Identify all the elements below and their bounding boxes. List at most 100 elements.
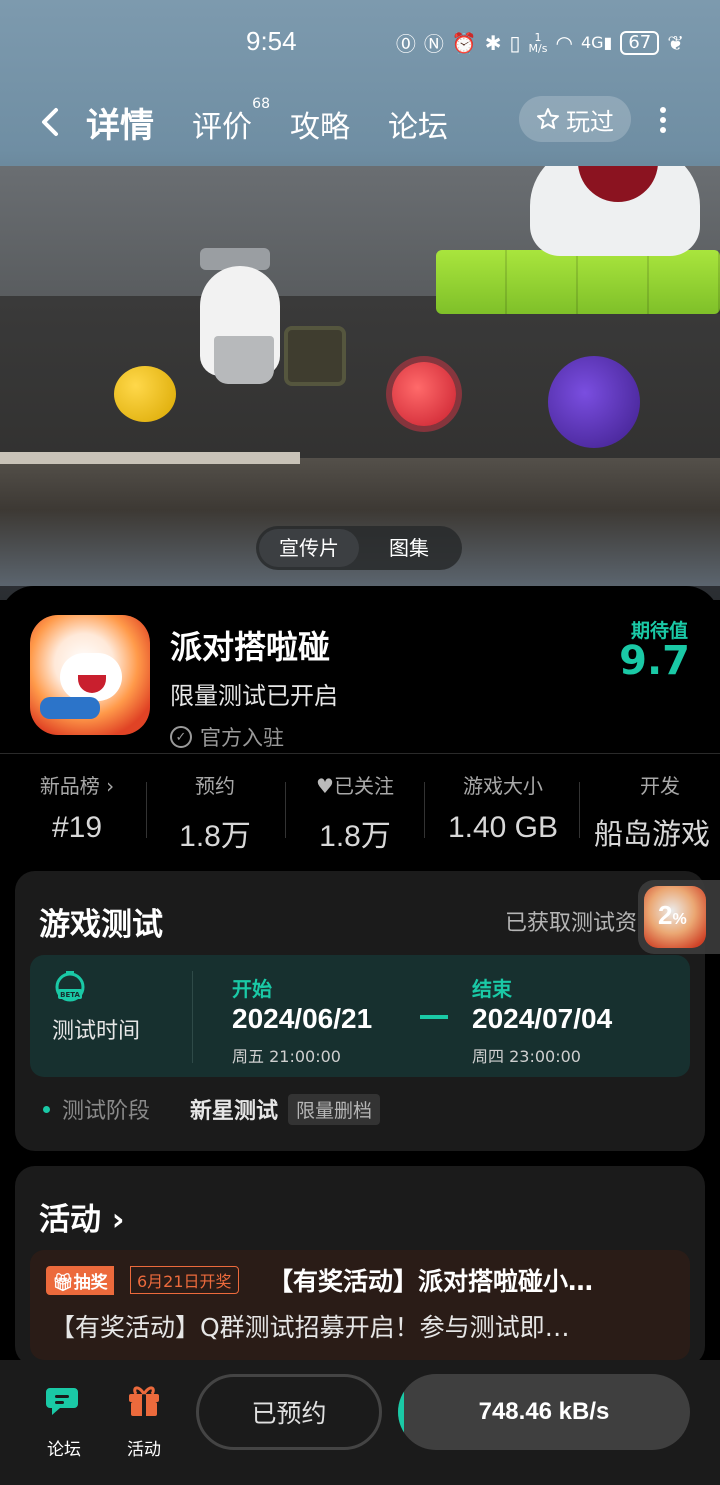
forum-button[interactable]: 论坛 — [44, 1380, 84, 1460]
stat-value: #19 — [51, 811, 103, 844]
svg-text:BETA: BETA — [60, 991, 80, 999]
tab-reviews[interactable]: 评价 68 — [192, 96, 270, 146]
promo-video-banner[interactable] — [0, 166, 720, 586]
gift-icon — [129, 1386, 159, 1416]
stat-value: 船岛游戏 — [594, 817, 711, 851]
tab-promo-video[interactable]: 宣传片 — [259, 529, 359, 567]
net-speed: 1 M/s — [528, 30, 548, 55]
download-speed: 748.46 kB/s — [478, 1398, 610, 1425]
stage-tag: 限量删档 — [288, 1093, 381, 1125]
divider — [0, 753, 720, 754]
arrow-right-icon — [420, 1015, 448, 1019]
official-badge: ✓ 官方入驻 — [170, 722, 284, 752]
spiky-ball-character — [392, 362, 456, 426]
test-qualification-link[interactable]: 已获取测试资 — [505, 905, 637, 937]
bullet-dot — [43, 1105, 50, 1113]
download-progress-button[interactable]: 748.46 kB/s — [398, 1374, 690, 1450]
tab-forum[interactable]: 论坛 — [388, 102, 448, 146]
activity-item[interactable]: 🎁︎抽奖 6月21日开奖 【有奖活动】派对搭啦碰小… 【有奖活动】Q群测试招募开… — [30, 1250, 690, 1360]
green-blocks — [436, 250, 720, 314]
vibrate-icon: ▯ — [509, 30, 521, 55]
expectation-score: 9.7 — [619, 638, 690, 684]
white-robot-character — [530, 166, 700, 256]
back-button[interactable] — [34, 102, 68, 142]
stat-game-size: 游戏大小 1.40 GB — [438, 770, 568, 845]
bluetooth-icon: ✱ — [484, 30, 502, 55]
stat-label: 预约 — [195, 774, 235, 798]
back-arrow-icon — [42, 108, 58, 136]
activity-button[interactable]: 活动 — [124, 1380, 164, 1460]
tab-gallery[interactable]: 图集 — [359, 529, 459, 567]
played-button[interactable]: 玩过 — [519, 96, 631, 142]
start-label: 开始 — [232, 977, 272, 1001]
reviews-count-badge: 68 — [252, 96, 270, 112]
lottery-date-tag: 6月21日开奖 — [130, 1266, 239, 1294]
bottom-action-bar: 论坛 活动 已预约 748.46 kB/s — [0, 1360, 720, 1485]
download-float-widget[interactable]: 2% — [638, 880, 720, 954]
more-options-button[interactable] — [650, 100, 676, 140]
stat-value: 1.40 GB — [447, 811, 559, 844]
tab-guides[interactable]: 攻略 — [290, 102, 350, 146]
stage-label: 测试阶段 — [62, 1099, 151, 1124]
stats-row: 新品榜 › #19 预约 1.8万 ♥已关注 1.8万 游戏大小 1.40 GB… — [0, 770, 720, 853]
divider — [192, 971, 193, 1063]
divider — [146, 782, 147, 838]
reserved-button[interactable]: 已预约 — [196, 1374, 382, 1450]
stat-label: 开发 — [640, 774, 680, 798]
download-percent: 2% — [658, 900, 687, 930]
game-test-title: 游戏测试 — [39, 907, 163, 943]
lottery-tag: 🎁︎抽奖 — [46, 1266, 114, 1295]
more-vertical-icon — [660, 107, 666, 133]
chat-bubble-icon — [46, 1388, 78, 1415]
activity-title[interactable]: 活动 › — [39, 1194, 125, 1239]
gift-icon: 🎁︎ — [52, 1273, 74, 1293]
end-label: 结束 — [472, 977, 512, 1001]
alarm-icon: ⏰ — [451, 30, 477, 55]
played-label: 玩过 — [566, 107, 614, 136]
tab-details[interactable]: 详情 — [86, 98, 154, 147]
top-nav: 详情 评价 68 攻略 论坛 玩过 — [0, 90, 720, 154]
beta-timer-icon: BETA — [55, 971, 85, 1002]
stat-label: 游戏大小 — [463, 774, 543, 798]
pot-character — [214, 336, 274, 384]
stat-label: ♥已关注 — [316, 774, 394, 798]
app-icon — [30, 615, 150, 735]
official-label: 官方入驻 — [200, 726, 284, 750]
stat-label: 新品榜 › — [39, 774, 115, 798]
app-subtitle: 限量测试已开启 — [170, 682, 338, 710]
status-bar: 9:54 ⓪ Ⓝ ⏰ ✱ ▯ 1 M/s ◠ 4G▮ 67 ❦ — [0, 0, 720, 84]
check-circle-icon: ✓ — [170, 726, 192, 748]
stage-value: 新星测试 — [190, 1099, 279, 1124]
download-progress-fill — [398, 1374, 404, 1450]
activity-card: 活动 › 🎁︎抽奖 6月21日开奖 【有奖活动】派对搭啦碰小… 【有奖活动】Q群… — [15, 1166, 705, 1366]
activity-label: 活动 — [127, 1440, 161, 1460]
app-name: 派对搭啦碰 — [170, 628, 331, 666]
activity-headline: 【有奖活动】派对搭啦碰小… — [268, 1267, 594, 1296]
wifi-icon: ◠ — [555, 30, 573, 55]
stat-followed[interactable]: ♥已关注 1.8万 — [300, 770, 410, 855]
end-date: 2024/07/04 — [472, 1003, 613, 1034]
game-test-card: 游戏测试 已获取测试资 BETA 测试时间 开始 2024/06/21 周五 2… — [15, 871, 705, 1151]
status-icons: ⓪ Ⓝ ⏰ ✱ ▯ 1 M/s ◠ 4G▮ 67 ❦ — [396, 28, 684, 57]
purple-ball — [548, 356, 640, 448]
banner-desk-edge — [0, 452, 300, 464]
stat-value: 1.8万 — [179, 820, 251, 853]
test-stage-row: 测试阶段 新星测试 限量删档 — [43, 1093, 381, 1125]
activity-description: 【有奖活动】Q群测试招募开启！参与测试即… — [50, 1313, 570, 1342]
star-icon — [537, 108, 559, 129]
hd-icon: ⓪ — [395, 32, 416, 56]
stat-new-ranking[interactable]: 新品榜 › #19 — [32, 770, 122, 845]
start-time: 周五 21:00:00 — [232, 1047, 341, 1066]
media-tab-switch: 宣传片 图集 — [256, 526, 462, 570]
divider — [579, 782, 580, 838]
start-date: 2024/06/21 — [232, 1003, 373, 1034]
nfc-icon: Ⓝ — [423, 32, 444, 56]
stat-developer[interactable]: 开发 船岛游戏 — [594, 770, 720, 853]
end-time: 周四 23:00:00 — [472, 1047, 581, 1066]
forum-label: 论坛 — [47, 1440, 81, 1460]
heart-icon: ♥ — [316, 774, 334, 798]
stat-reservations: 预约 1.8万 — [170, 770, 260, 855]
divider — [424, 782, 425, 838]
mini-tv — [284, 326, 346, 386]
cellular-signal-icon: 4G▮ — [580, 33, 613, 52]
